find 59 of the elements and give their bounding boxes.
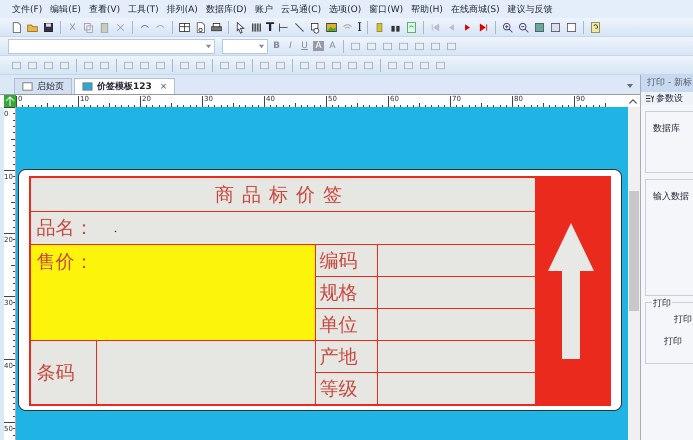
font-size-dropdown[interactable] [222,38,268,54]
menu-item[interactable]: 窗口(W) [369,2,404,16]
font-name-dropdown[interactable] [8,38,215,54]
table-icon[interactable] [178,20,191,34]
menu-item[interactable]: 选项(O) [329,2,362,16]
field-label: 规格 [320,280,358,306]
zoom-in-icon[interactable] [500,20,514,34]
print-preview-icon[interactable] [194,20,207,34]
menu-item[interactable]: 排列(A) [166,2,198,16]
save-icon[interactable] [42,20,55,34]
page-icon [22,81,33,92]
zoom-out-icon[interactable] [516,20,530,34]
menu-item[interactable]: 帮助(H) [411,2,443,16]
pointer-icon[interactable] [234,20,247,34]
field-value: . [114,221,118,235]
text-tool-button[interactable]: T [266,20,274,34]
menu-item[interactable]: 账户 [254,2,273,16]
menu-item[interactable]: 建议与反馈 [508,2,553,16]
line-icon[interactable] [277,20,290,34]
field-label: 编码 [320,248,358,274]
image-icon[interactable] [325,20,338,34]
scrollbar-thumb[interactable] [628,191,639,311]
field-label: 品名： [36,216,94,241]
paste-icon[interactable] [98,20,111,34]
printer-icon[interactable] [210,20,223,34]
caret-icon [205,42,212,50]
settings-icon [645,94,654,103]
menu-item[interactable]: 编辑(E) [50,2,81,16]
document-tab[interactable]: 价签模板123 × [74,78,176,94]
field-label: 等级 [320,376,358,402]
panel-tab[interactable]: 参数设 [641,92,693,105]
close-tab-button[interactable]: × [160,82,168,92]
field-label: 打印 [673,314,693,326]
field-label: 打印 [663,336,683,348]
field-label: 售价： [36,250,94,275]
dropdown-icon[interactable] [626,82,634,90]
menu-item[interactable]: 工具(T) [128,2,159,16]
menu-item[interactable]: 云马通(C) [280,2,322,16]
field-label: 条码 [36,360,75,386]
help-icon[interactable] [588,20,602,34]
menu-item[interactable]: 文件(F) [12,2,42,16]
menu-item[interactable]: 查看(V) [88,2,120,16]
cursor-tool-button[interactable]: I [357,20,362,34]
up-arrow-icon [546,221,596,361]
field-label: 产地 [320,344,358,370]
field-label: 单位 [320,312,358,338]
new-document-icon[interactable] [10,20,23,34]
tag-title: 商品标价签 [30,178,535,211]
menu-item[interactable]: 在线商城(S) [450,2,500,16]
template-icon [82,81,93,92]
diagonal-line-icon[interactable] [293,20,306,34]
group-title: 打印 [652,297,672,310]
menu-item[interactable]: 数据库(D) [206,2,247,16]
ruler-origin-icon[interactable] [4,95,16,107]
panel-title: 打印 - 新标 [641,75,693,92]
document-tab[interactable]: 启始页 [14,78,72,94]
caret-icon [258,42,265,50]
copy-icon[interactable] [82,20,95,34]
barcode-icon[interactable] [250,20,263,34]
